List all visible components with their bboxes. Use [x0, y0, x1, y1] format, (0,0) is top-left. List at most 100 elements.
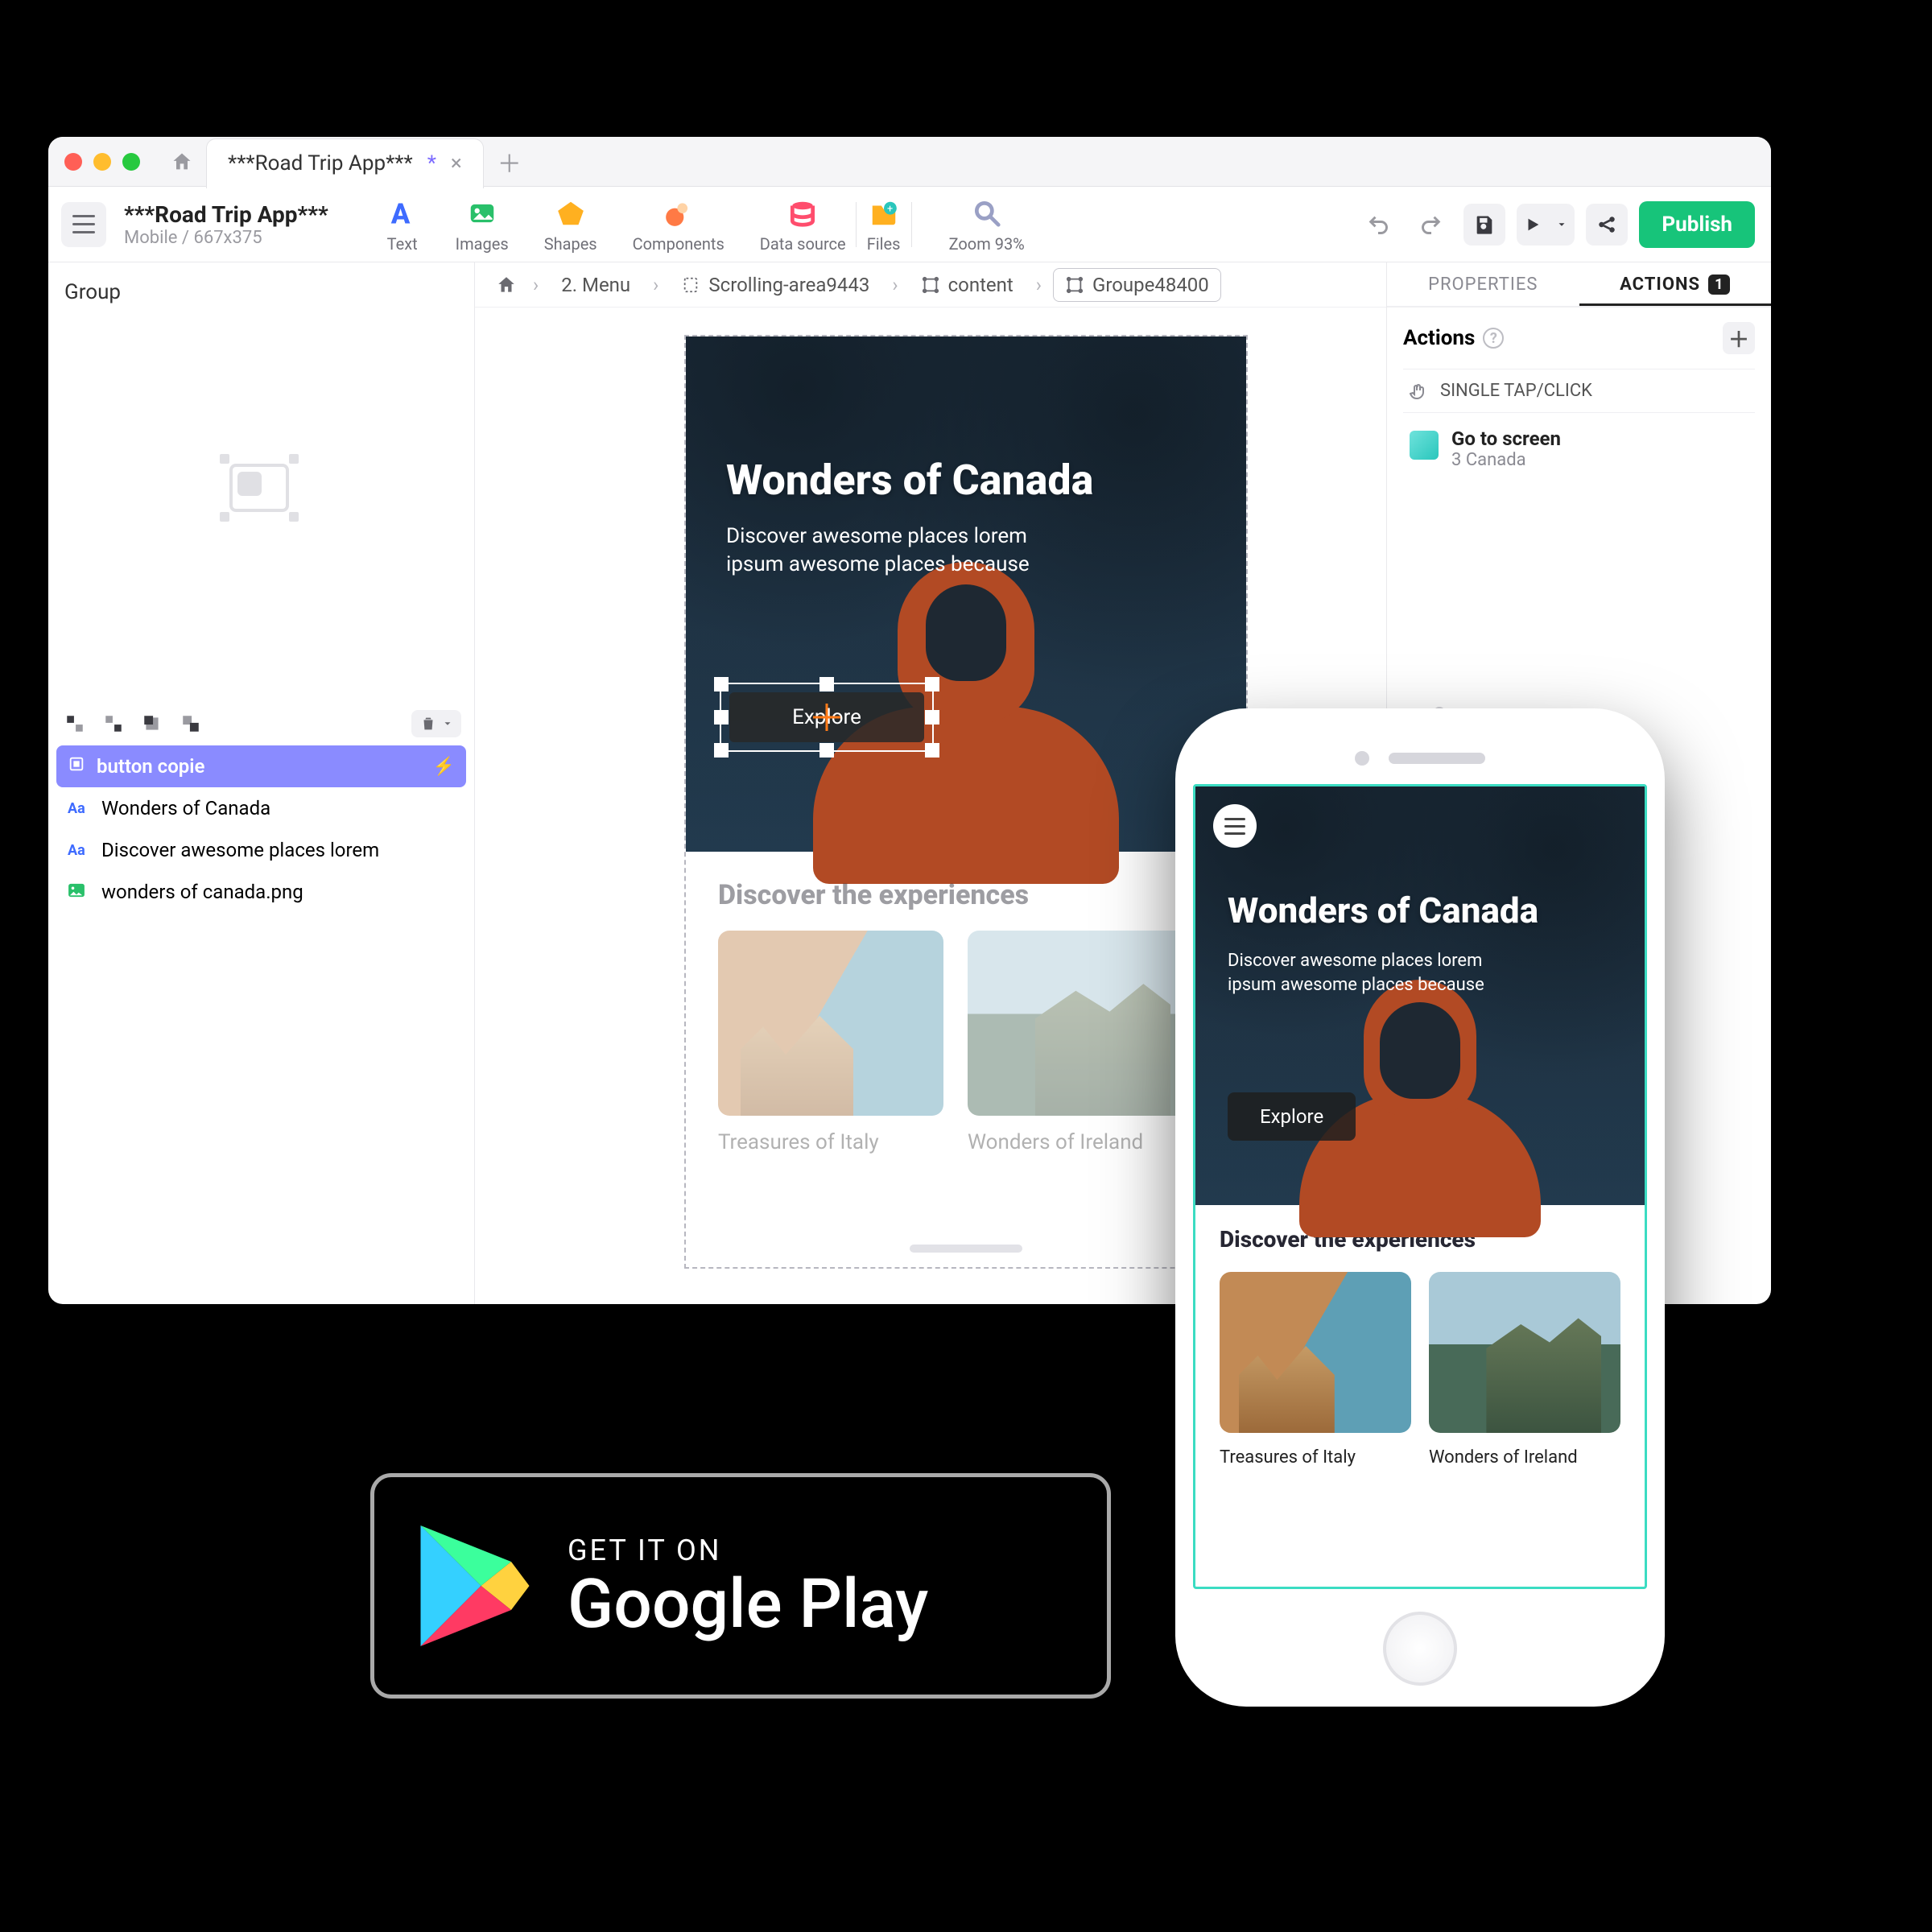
card-thumbnail — [1220, 1272, 1411, 1433]
tab-label: ACTIONS — [1620, 275, 1700, 295]
breadcrumb-item[interactable]: content — [910, 269, 1025, 301]
tool-zoom[interactable]: Zoom 93% — [949, 196, 1025, 254]
discover-section: Discover the experiences Treasures of It… — [686, 852, 1246, 1182]
resize-handle[interactable] — [714, 743, 729, 758]
menu-button[interactable] — [1213, 804, 1257, 848]
main-menu-button[interactable] — [61, 202, 106, 247]
tool-shapes[interactable]: Shapes — [544, 196, 597, 254]
tool-zoom-label: Zoom 93% — [949, 234, 1025, 254]
save-button[interactable] — [1463, 204, 1505, 246]
layer-label: Discover awesome places lorem — [101, 839, 379, 861]
action-subtitle: 3 Canada — [1451, 450, 1561, 470]
layer-toolbar — [56, 705, 466, 742]
window-close-icon[interactable] — [64, 153, 82, 171]
tool-datasource[interactable]: Data source — [760, 196, 846, 254]
experience-card[interactable]: Treasures of Italy — [1220, 1272, 1411, 1468]
datasource-icon — [785, 196, 820, 231]
group-icon — [68, 755, 85, 778]
action-title: Go to screen — [1451, 427, 1561, 450]
breadcrumb-label: content — [948, 274, 1013, 296]
layer-align-2[interactable] — [100, 710, 127, 737]
trash-icon — [419, 715, 437, 733]
tool-files[interactable]: + Files — [866, 196, 902, 254]
layers-list: button copie ⚡ Aa Wonders of Canada Aa D… — [56, 745, 466, 913]
gplay-top-line: GET IT ON — [568, 1534, 928, 1567]
home-button[interactable] — [163, 142, 201, 181]
phone-camera-icon — [1355, 751, 1369, 766]
experience-card[interactable]: Treasures of Italy — [718, 931, 943, 1154]
left-panel-title: Group — [64, 280, 458, 304]
layer-row[interactable]: Aa Discover awesome places lorem — [56, 829, 466, 871]
undo-button[interactable] — [1357, 204, 1399, 246]
design-canvas[interactable]: Wonders of Canada Discover awesome place… — [684, 335, 1248, 1269]
layer-row[interactable]: Aa Wonders of Canada — [56, 787, 466, 829]
breadcrumb-item-current[interactable]: Groupe48400 — [1053, 268, 1221, 302]
actions-count-badge: 1 — [1708, 275, 1730, 295]
document-tab[interactable]: ***Road Trip App*** * × — [206, 138, 484, 188]
preview-button[interactable] — [1517, 204, 1575, 246]
group-icon — [1065, 275, 1084, 295]
phone-hero: Wonders of Canada Discover awesome place… — [1195, 786, 1645, 1205]
phone-home-button[interactable] — [1383, 1612, 1457, 1686]
resize-handle[interactable] — [714, 677, 729, 691]
resize-handle[interactable] — [925, 710, 939, 724]
breadcrumb-item[interactable]: Scrolling-area9443 — [670, 269, 881, 301]
card-thumbnail — [968, 931, 1193, 1116]
add-action-button[interactable]: ＋ — [1723, 322, 1755, 354]
share-button[interactable] — [1586, 204, 1628, 246]
tool-files-label: Files — [867, 234, 901, 254]
tab-properties[interactable]: PROPERTIES — [1387, 262, 1579, 306]
action-trigger-row[interactable]: SINGLE TAP/CLICK — [1403, 369, 1755, 413]
phone-speaker-icon — [1389, 753, 1485, 764]
text-icon: A — [385, 196, 420, 231]
tab-close-icon[interactable]: × — [451, 151, 462, 175]
toolbar-separator — [856, 202, 857, 247]
phone-hero-text: Wonders of Canada Discover awesome place… — [1228, 891, 1604, 997]
breadcrumb-label: Groupe48400 — [1092, 274, 1209, 296]
new-tab-button[interactable]: ＋ — [492, 144, 527, 180]
redo-button[interactable] — [1410, 204, 1452, 246]
tool-components-label: Components — [633, 234, 724, 254]
layer-row[interactable]: wonders of canada.png — [56, 871, 466, 913]
window-minimize-icon[interactable] — [93, 153, 111, 171]
breadcrumb-item[interactable]: 2. Menu — [550, 269, 642, 301]
layer-align-4[interactable] — [177, 710, 204, 737]
layer-align-3[interactable] — [138, 710, 166, 737]
help-icon[interactable]: ? — [1483, 328, 1504, 349]
group-icon — [921, 275, 940, 295]
layer-align-1[interactable] — [61, 710, 89, 737]
selection-center-icon[interactable] — [818, 708, 836, 726]
phone-screen[interactable]: Wonders of Canada Discover awesome place… — [1193, 784, 1647, 1589]
chevron-right-icon: › — [653, 274, 658, 296]
resize-handle[interactable] — [819, 677, 834, 691]
resize-handle[interactable] — [925, 743, 939, 758]
section-title: Actions — [1403, 326, 1475, 350]
window-zoom-icon[interactable] — [122, 153, 140, 171]
canvas-scrollbar[interactable] — [910, 1245, 1022, 1253]
selected-element[interactable]: Explore — [720, 683, 934, 752]
explore-button[interactable]: Explore — [1228, 1092, 1356, 1141]
tool-images[interactable]: Images — [456, 196, 509, 254]
breadcrumb-home[interactable] — [491, 270, 522, 300]
resize-handle[interactable] — [714, 710, 729, 724]
resize-handle[interactable] — [925, 677, 939, 691]
svg-text:A: A — [390, 198, 410, 229]
tool-datasource-label: Data source — [760, 234, 846, 254]
experience-card[interactable]: Wonders of Ireland — [1429, 1272, 1620, 1468]
delete-layer-button[interactable] — [411, 710, 461, 737]
phone-hero-description: Discover awesome places lorem ipsum awes… — [1228, 949, 1517, 997]
experience-card[interactable]: Wonders of Ireland — [968, 931, 1193, 1154]
tool-text[interactable]: A Text — [385, 196, 420, 254]
hero-title: Wonders of Canada — [726, 457, 1206, 503]
tool-text-label: Text — [387, 234, 418, 254]
layer-row[interactable]: button copie ⚡ — [56, 745, 466, 787]
tab-actions[interactable]: ACTIONS 1 — [1579, 262, 1772, 306]
tool-components[interactable]: Components — [633, 196, 724, 254]
action-item[interactable]: Go to screen 3 Canada — [1410, 427, 1748, 470]
tab-title: ***Road Trip App*** — [228, 151, 413, 175]
text-layer-icon: Aa — [68, 842, 90, 859]
resize-handle[interactable] — [819, 743, 834, 758]
publish-button[interactable]: Publish — [1639, 201, 1755, 248]
google-play-badge[interactable]: GET IT ON Google Play — [370, 1473, 1111, 1699]
phone-hero-title: Wonders of Canada — [1228, 891, 1604, 930]
